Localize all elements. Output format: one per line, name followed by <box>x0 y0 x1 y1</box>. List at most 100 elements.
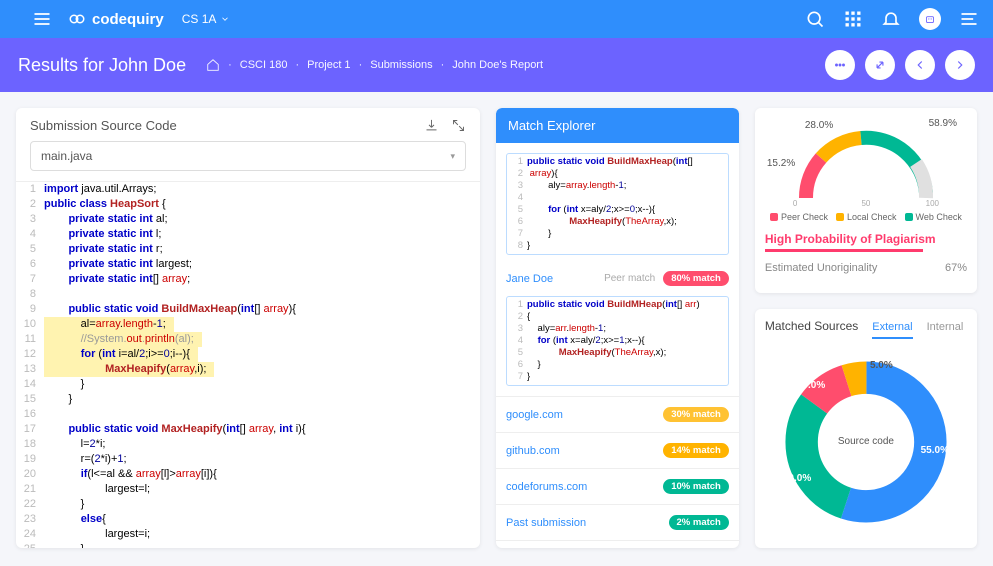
probability-panel: 15.2% 28.0% 58.9% 0 50 100 Peer Check Loc… <box>755 108 977 293</box>
code-line: 20 if(l<=al && array[l]>array[i]){ <box>16 467 480 482</box>
code-line: 6 private static int largest; <box>16 257 480 272</box>
more-button[interactable] <box>825 50 855 80</box>
code-line: 18 l=2*i; <box>16 437 480 452</box>
right-column: 15.2% 28.0% 58.9% 0 50 100 Peer Check Loc… <box>755 108 977 548</box>
crumb[interactable]: John Doe's Report <box>452 59 543 71</box>
external-match-row[interactable]: Past submission 2% match <box>506 509 729 536</box>
menu-icon[interactable] <box>32 9 52 29</box>
source-name: google.com <box>506 409 563 421</box>
peer-type: Peer match <box>604 273 655 284</box>
match-title: Match Explorer <box>496 108 739 143</box>
donut-center: Source code <box>838 436 894 447</box>
code-line: 25 } <box>16 542 480 548</box>
crumb[interactable]: Submissions <box>370 59 432 71</box>
peer-match-row[interactable]: Jane Doe Peer match 80% match <box>506 265 729 292</box>
filename: main.java <box>41 149 92 163</box>
external-match-row[interactable]: codeforums.com 10% match <box>506 473 729 500</box>
gauge-label: 58.9% <box>929 118 957 129</box>
source-code[interactable]: 1import java.util.Arrays;2public class H… <box>16 181 480 548</box>
match-snippet: 1public static void BuildMHeap(int[] arr… <box>506 296 729 386</box>
est-value: 67% <box>945 262 967 274</box>
code-line: 8 <box>16 287 480 302</box>
avatar[interactable] <box>919 8 941 30</box>
external-match-row[interactable]: github.com 14% match <box>506 437 729 464</box>
sources-panel: Matched Sources External Internal Source… <box>755 309 977 548</box>
match-badge: 10% match <box>663 479 729 494</box>
code-line: 22 } <box>16 497 480 512</box>
est-label: Estimated Unoriginality <box>765 262 878 274</box>
gauge-legend: Peer Check Local Check Web Check <box>765 212 967 222</box>
chevron-down-icon <box>220 14 230 24</box>
home-icon[interactable] <box>206 58 220 72</box>
header-actions <box>825 50 975 80</box>
settings-icon[interactable] <box>959 9 979 29</box>
legend-item: Peer Check <box>770 212 828 222</box>
match-badge: 2% match <box>669 515 729 530</box>
external-match-row[interactable]: google.com 30% match <box>506 401 729 428</box>
robot-icon <box>923 12 937 26</box>
brand-label: codequiry <box>92 11 164 28</box>
expand-button[interactable] <box>865 50 895 80</box>
main: Submission Source Code main.java 1import… <box>0 92 993 564</box>
code-line: 4 private static int l; <box>16 227 480 242</box>
donut-chart: Source code 55.0% 30.0% 10.0% 5.0% <box>765 345 967 538</box>
code-line: 5 private static int r; <box>16 242 480 257</box>
bell-icon[interactable] <box>881 9 901 29</box>
code-line: 12 for (int i=al/2;i>=0;i--){ <box>16 347 480 362</box>
file-dropdown[interactable]: main.java <box>30 141 466 171</box>
brand[interactable]: codequiry <box>68 10 164 28</box>
source-title: Submission Source Code <box>30 118 177 133</box>
back-button[interactable] <box>905 50 935 80</box>
legend-item: Web Check <box>905 212 962 222</box>
code-line: 3 private static int al; <box>16 212 480 227</box>
code-line: 23 else{ <box>16 512 480 527</box>
code-line: 10 al=array.length-1; <box>16 317 480 332</box>
code-line: 9 public static void BuildMaxHeap(int[] … <box>16 302 480 317</box>
code-line: 21 largest=l; <box>16 482 480 497</box>
forward-button[interactable] <box>945 50 975 80</box>
sources-title: Matched Sources <box>765 319 858 333</box>
code-line: 13 MaxHeapify(array,i); <box>16 362 480 377</box>
brand-icon <box>68 10 86 28</box>
code-line: 7 private static int[] array; <box>16 272 480 287</box>
code-line: 16 <box>16 407 480 422</box>
download-icon[interactable] <box>424 118 439 133</box>
course-dropdown[interactable]: CS 1A <box>182 12 231 26</box>
code-line: 17 public static void MaxHeapify(int[] a… <box>16 422 480 437</box>
fullscreen-icon[interactable] <box>451 118 466 133</box>
topbar: codequiry CS 1A <box>0 0 993 38</box>
gauge-label: 15.2% <box>767 158 795 169</box>
source-name: codeforums.com <box>506 481 587 493</box>
code-line: 24 largest=i; <box>16 527 480 542</box>
source-name: Past submission <box>506 517 586 529</box>
probability-bar <box>765 249 923 252</box>
code-line: 15 } <box>16 392 480 407</box>
tab-external[interactable]: External <box>872 321 912 339</box>
code-line: 14 } <box>16 377 480 392</box>
slice-label: 10.0% <box>797 380 825 391</box>
code-line: 1import java.util.Arrays; <box>16 182 480 197</box>
slice-label: 55.0% <box>921 445 949 456</box>
code-line: 11 //System.out.println(al); <box>16 332 480 347</box>
source-name: github.com <box>506 445 560 457</box>
match-snippet: 1public static void BuildMaxHeap(int[]2 … <box>506 153 729 255</box>
gauge-chart: 15.2% 28.0% 58.9% 0 50 100 <box>765 118 967 208</box>
code-line: 19 r=(2*i)+1; <box>16 452 480 467</box>
probability-label: High Probability of Plagiarism <box>765 232 967 246</box>
peer-name: Jane Doe <box>506 273 553 285</box>
legend-item: Local Check <box>836 212 897 222</box>
search-icon[interactable] <box>805 9 825 29</box>
gauge-label: 28.0% <box>805 120 833 131</box>
course-label: CS 1A <box>182 12 217 26</box>
match-badge: 80% match <box>663 271 729 286</box>
match-panel: Match Explorer 1public static void Build… <box>496 108 739 548</box>
breadcrumb: ·CSCI 180 ·Project 1 ·Submissions ·John … <box>206 58 543 72</box>
match-badge: 14% match <box>663 443 729 458</box>
crumb[interactable]: Project 1 <box>307 59 350 71</box>
apps-icon[interactable] <box>843 9 863 29</box>
subheader: Results for John Doe ·CSCI 180 ·Project … <box>0 38 993 92</box>
match-badge: 30% match <box>663 407 729 422</box>
crumb[interactable]: CSCI 180 <box>240 59 288 71</box>
page-title: Results for John Doe <box>18 55 186 76</box>
tab-internal[interactable]: Internal <box>927 321 964 337</box>
